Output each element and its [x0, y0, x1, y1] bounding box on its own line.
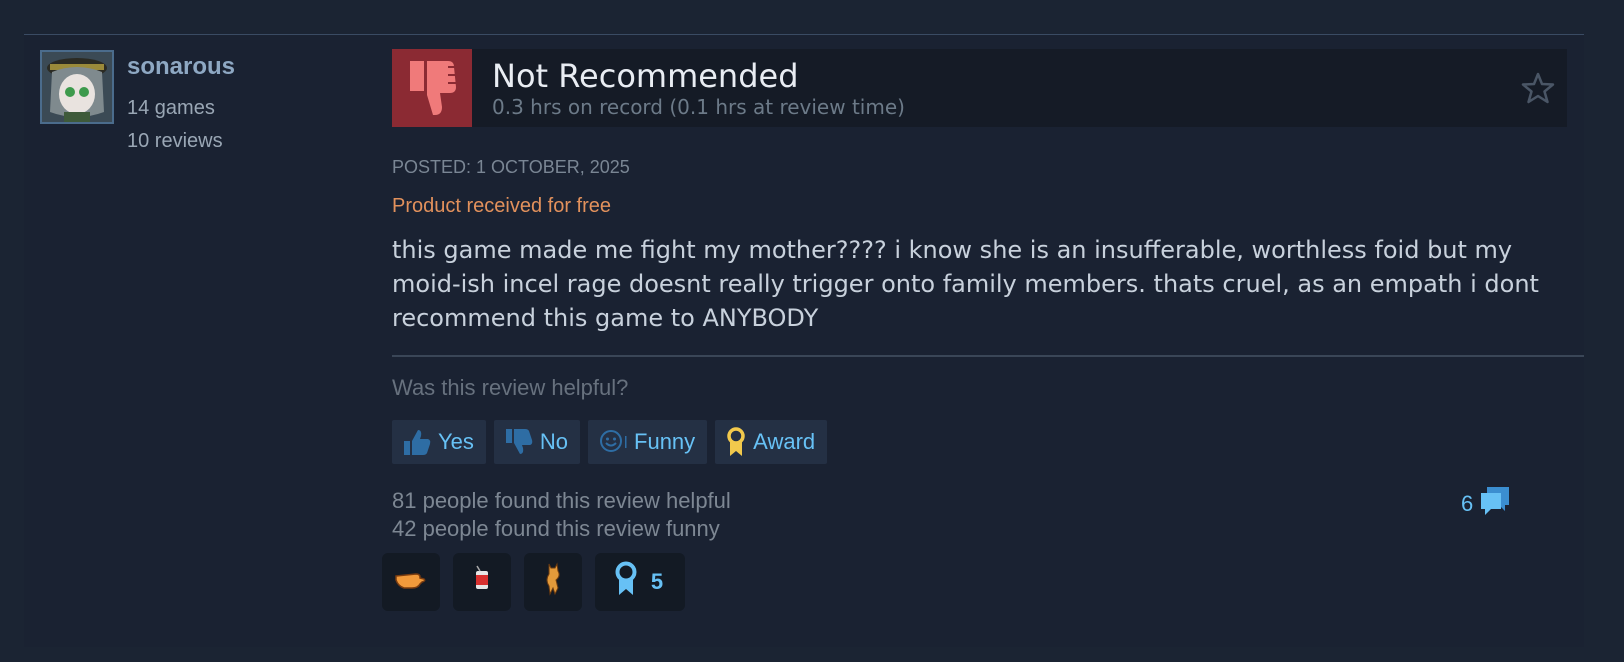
vote-yes-label: Yes [438, 429, 474, 454]
comment-count: 6 [1461, 491, 1474, 516]
dancing-cat-icon [541, 562, 565, 602]
funny-count: 42 people found this review funny [392, 516, 720, 541]
star-icon[interactable] [1521, 71, 1555, 105]
smiley-icon [598, 428, 628, 456]
soda-can-icon [471, 565, 493, 599]
award-count: 5 [650, 569, 664, 594]
comments-link[interactable]: 6 [1461, 485, 1511, 523]
vote-funny-button[interactable]: Funny [588, 420, 708, 464]
vote-funny-label: Funny [634, 429, 696, 454]
hours-on-record: 0.3 hrs on record (0.1 hrs at review tim… [492, 95, 905, 119]
review-verdict[interactable]: Not Recommended [492, 57, 799, 95]
review-text: this game made me fight my mother???? i … [392, 236, 1539, 332]
thumbs-down-small-icon [504, 428, 534, 456]
thumbs-down-icon [392, 49, 472, 127]
thumbs-up-icon [402, 428, 432, 456]
posted-date: Posted: 1 October, 2025 [392, 157, 630, 177]
award-medal-icon [725, 426, 747, 458]
review-header: Not Recommended 0.3 hrs on record (0.1 h… [392, 49, 1567, 127]
helpful-question: Was this review helpful? [392, 375, 629, 400]
helpful-count: 81 people found this review helpful [392, 488, 731, 513]
vote-no-label: No [539, 429, 569, 454]
vote-buttons: Yes No Funny Award [392, 420, 828, 464]
reviewer-games-count[interactable]: 14 games [127, 97, 215, 120]
award-badge[interactable] [524, 553, 582, 611]
comment-bubble-icon [1479, 485, 1511, 523]
reviewer-username[interactable]: sonarous [127, 53, 235, 81]
award-button[interactable]: Award [715, 420, 828, 464]
divider [392, 355, 1584, 357]
pointing-hand-icon [394, 566, 428, 598]
award-badge[interactable]: 5 [595, 553, 685, 611]
received-free-notice: Product received for free [392, 195, 611, 217]
vote-no-button[interactable]: No [493, 420, 581, 464]
award-label: Award [753, 429, 816, 454]
award-badge[interactable] [382, 553, 440, 611]
awards-row: 5 [382, 553, 685, 611]
review-card: sonarous 14 games 10 reviews Not Recomme… [24, 34, 1584, 647]
reviewer-reviews-count[interactable]: 10 reviews [127, 130, 223, 153]
avatar[interactable] [40, 50, 114, 124]
vote-yes-button[interactable]: Yes [392, 420, 486, 464]
award-badge[interactable] [453, 553, 511, 611]
ribbon-medal-icon [613, 561, 639, 603]
